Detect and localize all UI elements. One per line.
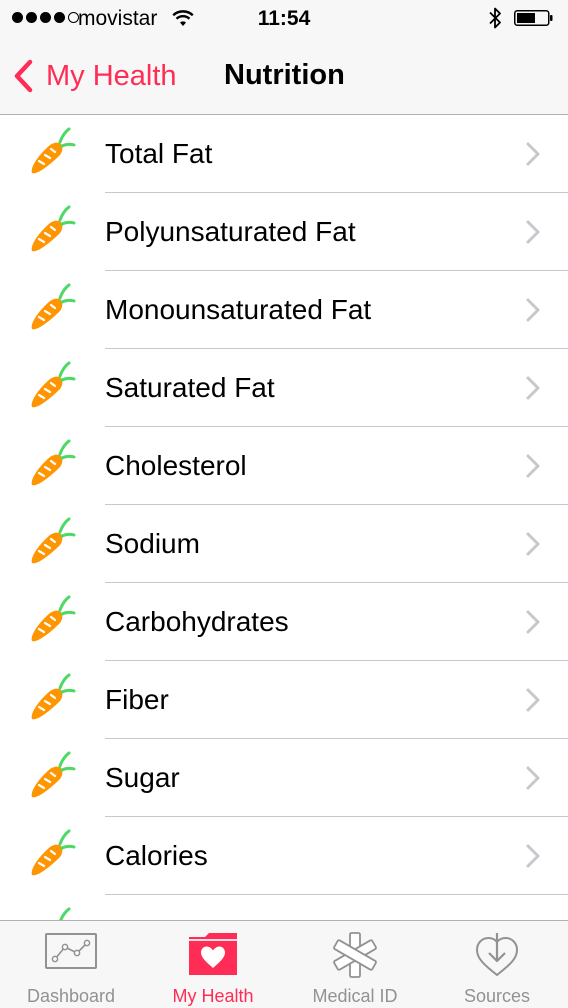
screen: movistar 11:54 My Health Nutrition Total… bbox=[0, 0, 568, 1008]
chevron-right-icon bbox=[526, 220, 540, 244]
list-item-partial[interactable] bbox=[0, 895, 568, 920]
page-title: Nutrition bbox=[224, 59, 345, 91]
battery-icon bbox=[514, 10, 553, 26]
tab-label: My Health bbox=[172, 986, 254, 1006]
chevron-right-icon bbox=[526, 688, 540, 712]
back-button[interactable]: My Health bbox=[12, 56, 177, 96]
carrot-icon bbox=[30, 907, 76, 920]
carrot-icon bbox=[30, 439, 76, 487]
bluetooth-icon bbox=[489, 7, 501, 29]
chevron-left-icon bbox=[14, 59, 33, 93]
list-item-label: Saturated Fat bbox=[105, 372, 275, 403]
carrot-icon bbox=[30, 673, 76, 721]
list-item-label: Monounsaturated Fat bbox=[105, 294, 372, 325]
carrot-icon bbox=[30, 751, 76, 799]
list-item-sodium[interactable]: Sodium bbox=[0, 505, 568, 583]
list-item-monounsaturated-fat[interactable]: Monounsaturated Fat bbox=[0, 271, 568, 349]
list-item-total-fat[interactable]: Total Fat bbox=[0, 115, 568, 193]
status-bar: movistar 11:54 bbox=[0, 0, 568, 38]
list-item-cholesterol[interactable]: Cholesterol bbox=[0, 427, 568, 505]
chevron-right-icon bbox=[526, 766, 540, 790]
nutrition-list: Total Fat Polyunsaturated Fat Monounsatu… bbox=[0, 115, 568, 920]
list-item-label: Cholesterol bbox=[105, 450, 247, 481]
dashboard-icon bbox=[45, 933, 97, 969]
list-item-label: Carbohydrates bbox=[105, 606, 289, 637]
chevron-right-icon bbox=[526, 142, 540, 166]
status-time: 11:54 bbox=[257, 7, 311, 30]
tab-medical-id[interactable]: Medical ID bbox=[284, 921, 426, 1008]
chevron-right-icon bbox=[526, 532, 540, 556]
carrot-icon bbox=[30, 127, 76, 175]
chevron-right-icon bbox=[526, 454, 540, 478]
chevron-right-icon bbox=[526, 376, 540, 400]
folder-heart-icon bbox=[189, 933, 237, 975]
list-item-fiber[interactable]: Fiber bbox=[0, 661, 568, 739]
list-item-label: Polyunsaturated Fat bbox=[105, 216, 356, 247]
carrot-icon bbox=[30, 829, 76, 877]
list-item-carbohydrates[interactable]: Carbohydrates bbox=[0, 583, 568, 661]
list-item-calories[interactable]: Calories bbox=[0, 817, 568, 895]
chevron-right-icon bbox=[526, 844, 540, 868]
list-item-polyunsaturated-fat[interactable]: Polyunsaturated Fat bbox=[0, 193, 568, 271]
list-item-sugar[interactable]: Sugar bbox=[0, 739, 568, 817]
tab-dashboard[interactable]: Dashboard bbox=[0, 921, 142, 1008]
tab-label: Dashboard bbox=[26, 986, 116, 1006]
tab-label: Sources bbox=[463, 986, 531, 1006]
list-item-saturated-fat[interactable]: Saturated Fat bbox=[0, 349, 568, 427]
tab-my-health[interactable]: My Health bbox=[142, 921, 284, 1008]
list-item-label: Calories bbox=[105, 840, 208, 871]
carrot-icon bbox=[30, 361, 76, 409]
chevron-right-icon bbox=[526, 610, 540, 634]
list-item-label: Total Fat bbox=[105, 138, 213, 169]
tab-sources[interactable]: Sources bbox=[426, 921, 568, 1008]
medical-asterisk-icon bbox=[333, 932, 377, 978]
list-item-label: Fiber bbox=[105, 684, 169, 715]
chevron-right-icon bbox=[526, 298, 540, 322]
list-item-label: Sodium bbox=[105, 528, 200, 559]
carrot-icon bbox=[30, 517, 76, 565]
tab-bar: Dashboard My Health Medical ID Sources bbox=[0, 920, 568, 1008]
tab-label: Medical ID bbox=[312, 986, 398, 1006]
navigation-bar: My Health Nutrition bbox=[0, 38, 568, 115]
carrot-icon bbox=[30, 205, 76, 253]
list-item-label: Sugar bbox=[105, 762, 180, 793]
download-heart-icon bbox=[475, 933, 519, 977]
carrot-icon bbox=[30, 283, 76, 331]
carrot-icon bbox=[30, 595, 76, 643]
back-button-label: My Health bbox=[46, 60, 177, 92]
